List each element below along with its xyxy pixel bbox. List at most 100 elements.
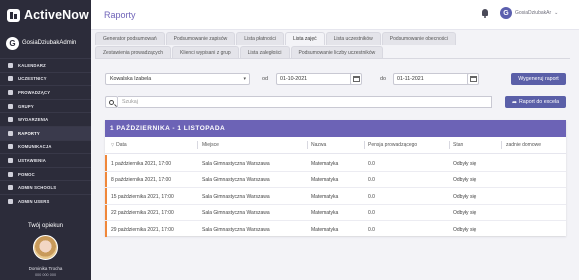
table-row[interactable]: 1 października 2021, 17:00 Sala Gimnastyc… xyxy=(105,155,566,172)
instructor-select-value: Kowalska Izabela xyxy=(110,76,152,82)
page-title: Raporty xyxy=(104,10,136,20)
sidebar-item-label: RAPORTY xyxy=(18,130,40,136)
sidebar-item-label: KOMUNIKACJA xyxy=(18,144,52,150)
column-header-1[interactable]: Miejsce xyxy=(202,142,219,148)
from-date-input[interactable]: 01-10-2021 xyxy=(276,73,356,85)
table-header: ▽ Data Miejsce Nazwa Pensja prowadzącego Stan… xyxy=(105,137,566,154)
table-row[interactable]: 22 października 2021, 17:00 Sala Gimnasty… xyxy=(105,204,566,221)
table-row[interactable]: 8 października 2021, 17:00 Sala Gimnastyc… xyxy=(105,171,566,188)
export-excel-button[interactable]: ➦ Raport do excela xyxy=(505,96,566,108)
help-icon xyxy=(8,171,13,177)
column-header-label: Pensja prowadzącego xyxy=(368,142,418,148)
header-user-name: GosiaDziubakAr xyxy=(515,10,552,16)
from-label: od xyxy=(262,76,269,82)
table-cell-status: Odbyły się xyxy=(453,177,477,183)
instructor-select[interactable]: Kowalska Izabela ▾ xyxy=(105,73,250,85)
table-cell-name: Matematyka xyxy=(311,210,339,216)
column-header-label: Stan xyxy=(453,142,464,148)
sidebar-item-uczestnicy[interactable]: UCZESTNICY xyxy=(0,71,91,86)
tabs-divider xyxy=(95,58,570,59)
sidebar-user[interactable]: G GosiaDziubakAdmin xyxy=(6,36,90,50)
table-cell-salary: 0.0 xyxy=(368,226,375,233)
sidebar-item-label: PROWADZĄCY xyxy=(18,89,51,95)
user-icon xyxy=(8,76,13,82)
sidebar-item-label: ADMIN SCHOOLS xyxy=(18,185,57,191)
sidebar-item-label: POMOC xyxy=(18,171,35,177)
table-cell-place: Sala Gimnastyczna Warszawa xyxy=(202,160,270,167)
sidebar-item-komunikacja[interactable]: KOMUNIKACJA xyxy=(0,139,91,154)
search-button[interactable] xyxy=(105,96,118,108)
bell-icon[interactable] xyxy=(482,9,488,18)
search-input[interactable]: Szukaj xyxy=(118,96,492,108)
generate-report-button[interactable]: Wygeneruj raport xyxy=(511,73,566,85)
opiekun-name: Dominika Trocha xyxy=(28,266,63,271)
tab-row1-2[interactable]: Lista płatności xyxy=(236,32,284,45)
table-cell-date: 22 października 2021, 17:00 xyxy=(111,210,174,216)
sidebar-item-ustawienia[interactable]: USTAWIENIA xyxy=(0,153,91,167)
sidebar-item-grupy[interactable]: GRUPY xyxy=(0,98,91,113)
tab-row1-4[interactable]: Lista uczestników xyxy=(325,32,381,45)
sidebar-item-raporty[interactable]: RAPORTY xyxy=(0,125,91,140)
sidebar-item-admin-users[interactable]: ADMIN USERS xyxy=(0,193,91,208)
sidebar-item-label: UCZESTNICY xyxy=(18,76,47,82)
report-period-title: 1 PAŹDZIERNIKA - 1 LISTOPADA xyxy=(105,120,566,137)
column-separator xyxy=(197,141,198,149)
calendar-icon xyxy=(352,76,360,82)
top-header: Raporty G GosiaDziubakAr ⌄ xyxy=(91,0,579,30)
chevron-down-icon: ⌄ xyxy=(554,10,559,16)
column-header-label: Miejsce xyxy=(202,142,219,148)
column-separator xyxy=(501,141,502,149)
to-date-input[interactable]: 01-11-2021 xyxy=(393,73,473,85)
column-header-2[interactable]: Nazwa xyxy=(311,142,326,148)
table-cell-name: Matematyka xyxy=(311,226,339,233)
row-status-marker xyxy=(105,155,107,171)
sidebar-item-wydarzenia[interactable]: WYDARZENIA xyxy=(0,112,91,126)
app-logo[interactable]: ActiveNow xyxy=(7,7,91,23)
admin-icon xyxy=(8,198,13,204)
avatar: G xyxy=(6,36,19,50)
share-icon: ➦ xyxy=(511,99,517,106)
tab-row1-1[interactable]: Podsumowanie zapisów xyxy=(165,32,236,45)
gear-icon xyxy=(8,157,13,163)
table-cell-name: Matematyka xyxy=(311,160,339,167)
column-header-0[interactable]: ▽ Data xyxy=(111,142,127,148)
table-cell-date: 8 października 2021, 17:00 xyxy=(111,177,172,183)
header-user-menu[interactable]: G GosiaDziubakAr ⌄ xyxy=(500,7,558,19)
row-status-marker xyxy=(105,221,107,237)
tab-row1-5[interactable]: Podsumowanie obecności xyxy=(381,32,456,45)
sort-icon: ▽ xyxy=(111,142,115,147)
to-calendar-button[interactable] xyxy=(467,73,479,85)
table-row[interactable]: 15 października 2021, 17:00 Sala Gimnasty… xyxy=(105,188,566,205)
row-status-marker xyxy=(105,188,107,204)
tab-row1-0[interactable]: Generator podsumowań xyxy=(95,32,165,45)
column-header-3[interactable]: Pensja prowadzącego xyxy=(368,142,417,148)
column-header-5[interactable]: zadnie domowe xyxy=(506,142,541,148)
users-icon xyxy=(8,103,13,109)
table-cell-place: Sala Gimnastyczna Warszawa xyxy=(202,177,270,183)
tab-row1-3[interactable]: Lista zajęć xyxy=(284,32,325,45)
opiekun-phone: 000 000 000 xyxy=(34,273,57,277)
opiekun-photo xyxy=(33,235,58,260)
opiekun-title: Twój opiekun xyxy=(27,223,64,229)
sidebar-item-prowadzący[interactable]: PROWADZĄCY xyxy=(0,85,91,99)
sidebar-item-kalendarz[interactable]: KALENDARZ xyxy=(0,58,91,72)
logo-icon xyxy=(7,8,20,22)
table-cell-place: Sala Gimnastyczna Warszawa xyxy=(202,226,270,233)
from-calendar-button[interactable] xyxy=(350,73,362,85)
table-cell-salary: 0.0 xyxy=(368,210,375,216)
table-cell-status: Odbyły się xyxy=(453,226,477,233)
export-excel-label: Raport do excela xyxy=(518,99,560,105)
calendar-icon xyxy=(8,62,13,68)
table-cell-name: Matematyka xyxy=(311,193,339,200)
table-cell-place: Sala Gimnastyczna Warszawa xyxy=(202,193,270,200)
sidebar-item-pomoc[interactable]: POMOC xyxy=(0,166,91,181)
report-tabs-row-1: Generator podsumowań Podsumowanie zapisów… xyxy=(95,32,457,45)
column-header-4[interactable]: Stan xyxy=(453,142,463,148)
event-icon xyxy=(8,117,13,123)
sidebar-item-admin-schools[interactable]: ADMIN SCHOOLS xyxy=(0,180,91,194)
sidebar: ActiveNow G GosiaDziubakAdmin KALENDARZ U… xyxy=(0,0,91,280)
column-separator xyxy=(364,141,365,149)
table-row[interactable]: 29 października 2021, 17:00 Sala Gimnasty… xyxy=(105,221,566,238)
sidebar-item-label: WYDARZENIA xyxy=(18,117,49,123)
calendar-icon xyxy=(469,76,477,82)
